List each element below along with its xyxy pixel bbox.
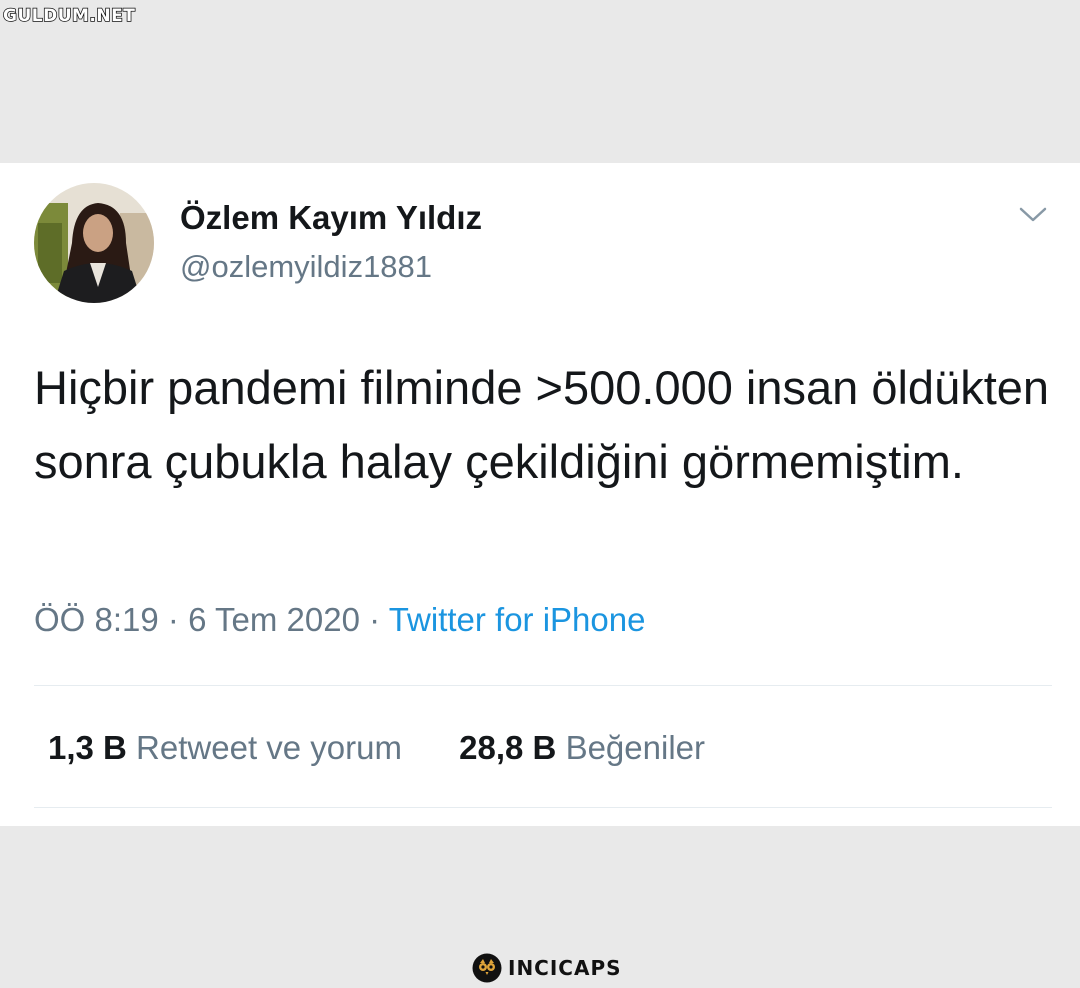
tweet-meta: ÖÖ 8:19 · 6 Tem 2020 · Twitter for iPhon… [34, 601, 645, 639]
avatar[interactable] [34, 183, 154, 303]
divider-bottom [34, 807, 1052, 808]
tweet-time[interactable]: ÖÖ 8:19 [34, 601, 159, 638]
likes-stat[interactable]: 28,8 B Beğeniler [459, 729, 705, 767]
likes-label: Beğeniler [565, 729, 705, 766]
guldum-watermark: GULDUM.NET [2, 5, 136, 27]
tweet-source-link[interactable]: Twitter for iPhone [389, 601, 646, 638]
incicaps-watermark: INCICAPS [472, 952, 622, 984]
likes-count: 28,8 B [459, 729, 557, 766]
retweets-label: Retweet ve yorum [136, 729, 402, 766]
meta-separator: · [369, 601, 381, 638]
author-name[interactable]: Özlem Kayım Yıldız [180, 199, 482, 237]
tweet-card: Özlem Kayım Yıldız @ozlemyildiz1881 Hiçb… [0, 163, 1080, 826]
owl-logo-icon [472, 953, 502, 983]
tweet-text: Hiçbir pandemi filminde >500.000 insan ö… [34, 361, 1050, 488]
meta-separator: · [167, 601, 179, 638]
retweets-count: 1,3 B [48, 729, 127, 766]
divider-top [34, 685, 1052, 686]
brand-name: INCICAPS [508, 956, 622, 980]
avatar-photo [34, 183, 154, 303]
author-handle[interactable]: @ozlemyildiz1881 [180, 249, 432, 285]
chevron-down-icon[interactable] [1016, 201, 1050, 227]
tweet-stats: 1,3 B Retweet ve yorum 28,8 B Beğeniler [48, 729, 705, 767]
retweets-stat[interactable]: 1,3 B Retweet ve yorum [48, 729, 402, 767]
tweet-date[interactable]: 6 Tem 2020 [188, 601, 360, 638]
